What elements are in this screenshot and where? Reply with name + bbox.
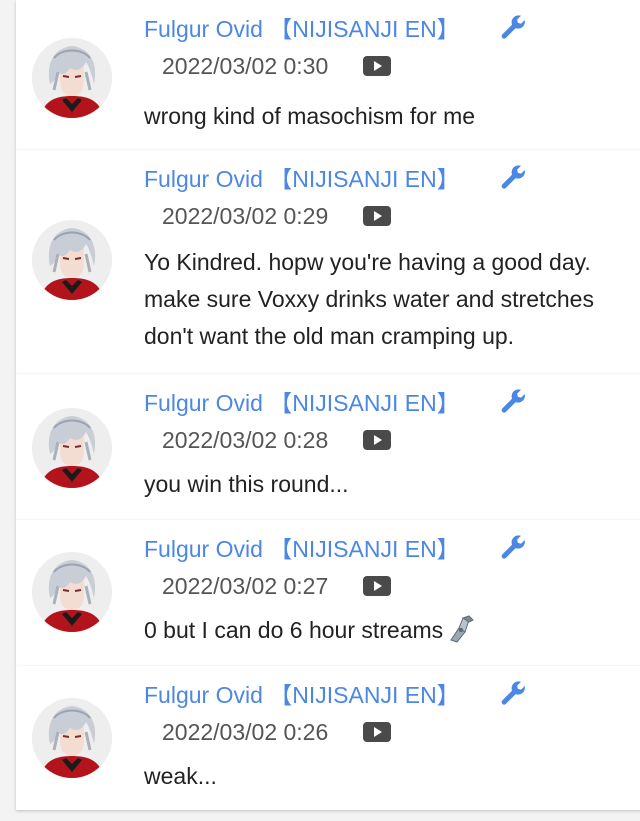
message-line: wrong kind of masochism for me xyxy=(144,103,476,129)
wrench-icon xyxy=(501,165,525,189)
author-name[interactable]: Fulgur Ovid 【NIJISANJI EN】 xyxy=(144,681,460,709)
avatar[interactable] xyxy=(32,220,112,300)
timestamp: 2022/03/02 0:26 xyxy=(162,719,329,745)
avatar[interactable] xyxy=(32,408,112,488)
message-line: make sure Voxxy drinks water and stretch… xyxy=(144,286,594,312)
youtube-icon[interactable] xyxy=(362,204,392,228)
message-line: 0 but I can do 6 hour streams xyxy=(144,612,640,649)
message-text: wrong kind of masochism for me xyxy=(144,98,640,135)
mechanical-arm-icon xyxy=(450,615,475,643)
comment-card: Fulgur Ovid 【NIJISANJI EN】 2022/03/02 0:… xyxy=(16,666,640,810)
message-text: 0 but I can do 6 hour streams xyxy=(144,612,640,649)
author-name[interactable]: Fulgur Ovid 【NIJISANJI EN】 xyxy=(144,165,460,193)
timestamp: 2022/03/02 0:29 xyxy=(162,203,329,229)
avatar[interactable] xyxy=(32,552,112,632)
youtube-icon[interactable] xyxy=(362,574,392,598)
message-line-text: 0 but I can do 6 hour streams xyxy=(144,617,444,643)
timestamp: 2022/03/02 0:28 xyxy=(162,427,329,453)
author-name[interactable]: Fulgur Ovid 【NIJISANJI EN】 xyxy=(144,15,460,43)
message-text: Yo Kindred. hopw you're having a good da… xyxy=(144,244,640,355)
message-line: you win this round... xyxy=(144,471,349,497)
comment-card: Fulgur Ovid 【NIJISANJI EN】 2022/03/02 0:… xyxy=(16,150,640,374)
message-line: Yo Kindred. hopw you're having a good da… xyxy=(144,249,591,275)
youtube-icon[interactable] xyxy=(362,428,392,452)
timestamp: 2022/03/02 0:30 xyxy=(162,53,329,79)
youtube-icon[interactable] xyxy=(362,54,392,78)
comment-card: Fulgur Ovid 【NIJISANJI EN】 2022/03/02 0:… xyxy=(16,374,640,520)
wrench-icon xyxy=(501,15,525,39)
avatar[interactable] xyxy=(32,698,112,778)
comment-card: Fulgur Ovid 【NIJISANJI EN】 2022/03/02 0:… xyxy=(16,0,640,150)
avatar[interactable] xyxy=(32,38,112,118)
message-line: weak... xyxy=(144,763,217,789)
message-line: don't want the old man cramping up. xyxy=(144,323,515,349)
wrench-icon xyxy=(501,681,525,705)
wrench-icon xyxy=(501,535,525,559)
youtube-icon[interactable] xyxy=(362,720,392,744)
message-text: you win this round... xyxy=(144,466,640,503)
timestamp: 2022/03/02 0:27 xyxy=(162,573,329,599)
wrench-icon xyxy=(501,389,525,413)
comment-card: Fulgur Ovid 【NIJISANJI EN】 2022/03/02 0:… xyxy=(16,520,640,666)
author-name[interactable]: Fulgur Ovid 【NIJISANJI EN】 xyxy=(144,389,460,417)
message-text: weak... xyxy=(144,758,640,795)
author-name[interactable]: Fulgur Ovid 【NIJISANJI EN】 xyxy=(144,535,460,563)
